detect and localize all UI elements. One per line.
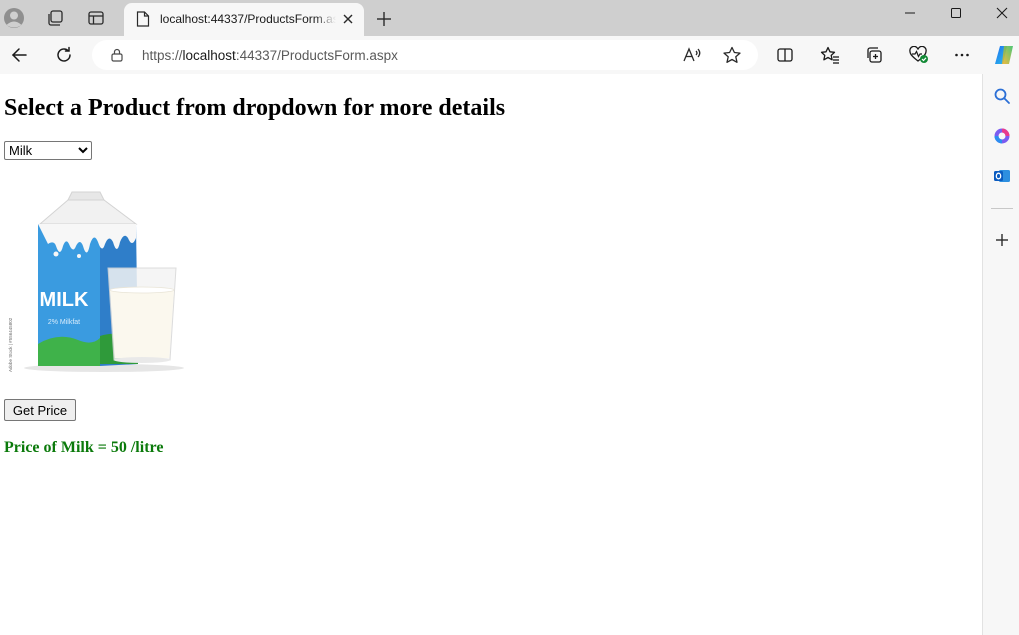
page-title: Select a Product from dropdown for more …	[4, 95, 506, 121]
workspaces-icon[interactable]	[41, 6, 69, 30]
new-tab-plus-icon[interactable]	[372, 7, 396, 31]
favorites-list-icon[interactable]	[815, 41, 845, 69]
address-bar[interactable]: https://localhost:44337/ProductsForm.asp…	[92, 40, 758, 70]
page-content: Select a Product from dropdown for more …	[0, 74, 982, 635]
close-tab-icon[interactable]	[340, 11, 356, 27]
lock-icon[interactable]	[110, 48, 124, 62]
stock-watermark: Adobe Stock | #556445802	[8, 317, 13, 372]
url-scheme: https://	[142, 48, 183, 63]
tab-strip: localhost:44337/ProductsForm.aspx	[0, 0, 1019, 36]
active-tab[interactable]: localhost:44337/ProductsForm.aspx	[124, 3, 364, 36]
profile-avatar-icon[interactable]	[0, 6, 28, 30]
minimize-icon[interactable]	[887, 0, 933, 26]
price-result: Price of Milk = 50 /litre	[4, 439, 164, 456]
page-icon	[136, 11, 150, 27]
product-image-milk: MILK 2% Milkfat Adobe Stock | #556445802	[4, 176, 204, 376]
product-dropdown[interactable]: Milk	[4, 141, 92, 160]
search-icon[interactable]	[992, 86, 1012, 106]
outlook-icon[interactable]	[992, 166, 1012, 186]
split-screen-icon[interactable]	[770, 41, 800, 69]
close-window-icon[interactable]	[979, 0, 1019, 26]
browser-toolbar: https://localhost:44337/ProductsForm.asp…	[0, 36, 1019, 74]
url-path: :44337/ProductsForm.aspx	[235, 48, 398, 63]
back-arrow-icon[interactable]	[4, 41, 34, 69]
url-host: localhost	[182, 48, 236, 63]
add-plus-icon[interactable]	[992, 230, 1012, 250]
get-price-button[interactable]: Get Price	[4, 399, 76, 421]
more-options-icon[interactable]	[947, 41, 977, 69]
collections-icon[interactable]	[859, 41, 889, 69]
copilot-icon[interactable]	[989, 41, 1019, 69]
refresh-icon[interactable]	[49, 41, 79, 69]
browser-essentials-icon[interactable]	[904, 41, 934, 69]
maximize-icon[interactable]	[933, 0, 979, 26]
vertical-tabs-icon[interactable]	[82, 6, 110, 30]
carton-sublabel: 2% Milkfat	[48, 319, 80, 326]
favorite-star-icon[interactable]	[722, 46, 742, 64]
sidebar-divider	[991, 208, 1013, 209]
carton-label: MILK	[40, 289, 89, 311]
read-aloud-icon[interactable]	[682, 46, 702, 64]
tab-title: localhost:44337/ProductsForm.aspx	[160, 12, 336, 26]
office-icon[interactable]	[992, 126, 1012, 146]
edge-sidebar	[982, 74, 1019, 635]
url-text[interactable]: https://localhost:44337/ProductsForm.asp…	[142, 48, 398, 63]
